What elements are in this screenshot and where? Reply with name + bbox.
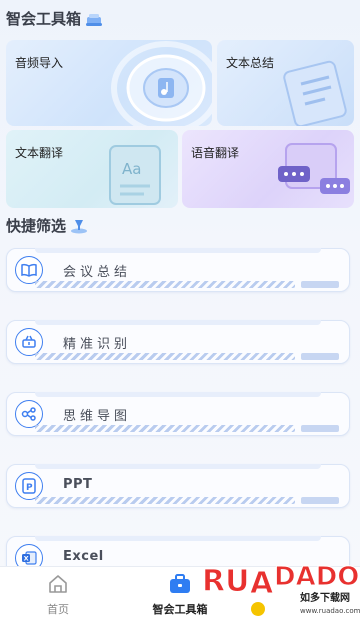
filter-decoration	[35, 391, 321, 397]
filter-label: 会议总结	[63, 265, 132, 280]
filter-label: 思维导图	[63, 409, 132, 424]
nav-home-label: 首页	[47, 603, 69, 616]
watermark-sub: 如多下载网	[300, 591, 350, 604]
filter-label: 精准识别	[63, 337, 132, 352]
tool-card-label: 文本总结	[226, 56, 275, 70]
tool-card-label: 音频导入	[15, 56, 64, 70]
briefcase-icon	[170, 574, 190, 593]
tool-card-voice-translate[interactable]: 语音翻译	[182, 130, 354, 208]
tool-card-label: 语音翻译	[191, 146, 240, 160]
filters-section-title-text: 快捷筛选	[6, 217, 67, 235]
filter-mind-map[interactable]: 思维导图	[6, 391, 350, 436]
filter-decoration	[35, 319, 321, 325]
filter-label: Excel	[63, 549, 104, 564]
filter-funnel-icon	[70, 218, 88, 234]
filter-ppt[interactable]: P PPT	[6, 463, 350, 508]
svg-text:P: P	[26, 483, 33, 493]
filter-precise-recognition[interactable]: 精准识别	[6, 319, 350, 364]
audio-disc-icon	[111, 41, 212, 126]
svg-text:RU: RU	[202, 564, 249, 599]
filter-decoration	[35, 281, 295, 288]
chat-bubbles-icon	[278, 143, 350, 194]
svg-text:A: A	[250, 566, 274, 601]
filter-meeting-summary[interactable]: 会议总结	[6, 247, 350, 292]
watermark-logo: RU A DADO 如多下载网 www.ruadao.com	[200, 553, 360, 618]
filter-decoration	[301, 281, 339, 288]
nav-home[interactable]: 首页	[40, 573, 76, 617]
home-icon	[49, 575, 67, 593]
filter-decoration	[35, 463, 321, 469]
basket-icon	[15, 328, 43, 356]
filter-decoration	[35, 247, 321, 253]
tool-card-text-summary[interactable]: 文本总结	[217, 40, 354, 126]
filter-decoration	[35, 497, 295, 504]
translate-text-icon: Aa	[109, 145, 161, 205]
ppt-icon: P	[15, 472, 43, 500]
watermark-url: www.ruadao.com	[300, 607, 360, 615]
svg-text:Aa: Aa	[122, 160, 141, 178]
toolbox-icon	[85, 11, 103, 27]
filter-label: PPT	[63, 477, 93, 492]
document-icon	[283, 60, 347, 126]
filters-section-title: 快捷筛选	[6, 215, 88, 236]
book-icon	[15, 256, 43, 284]
tool-card-text-translate[interactable]: Aa 文本翻译	[6, 130, 178, 208]
filter-decoration	[301, 425, 339, 432]
tool-card-label: 文本翻译	[15, 146, 64, 160]
filter-decoration	[35, 353, 295, 360]
filter-decoration	[301, 353, 339, 360]
page-title-text: 智会工具箱	[6, 10, 82, 28]
tool-card-audio-import[interactable]: 音频导入	[6, 40, 212, 126]
svg-text:X: X	[24, 555, 29, 563]
filter-decoration	[301, 497, 339, 504]
filter-decoration	[35, 425, 295, 432]
page-title: 智会工具箱	[6, 8, 103, 29]
svg-text:DADO: DADO	[274, 562, 359, 592]
mindmap-icon	[15, 400, 43, 428]
filter-decoration	[35, 535, 321, 541]
